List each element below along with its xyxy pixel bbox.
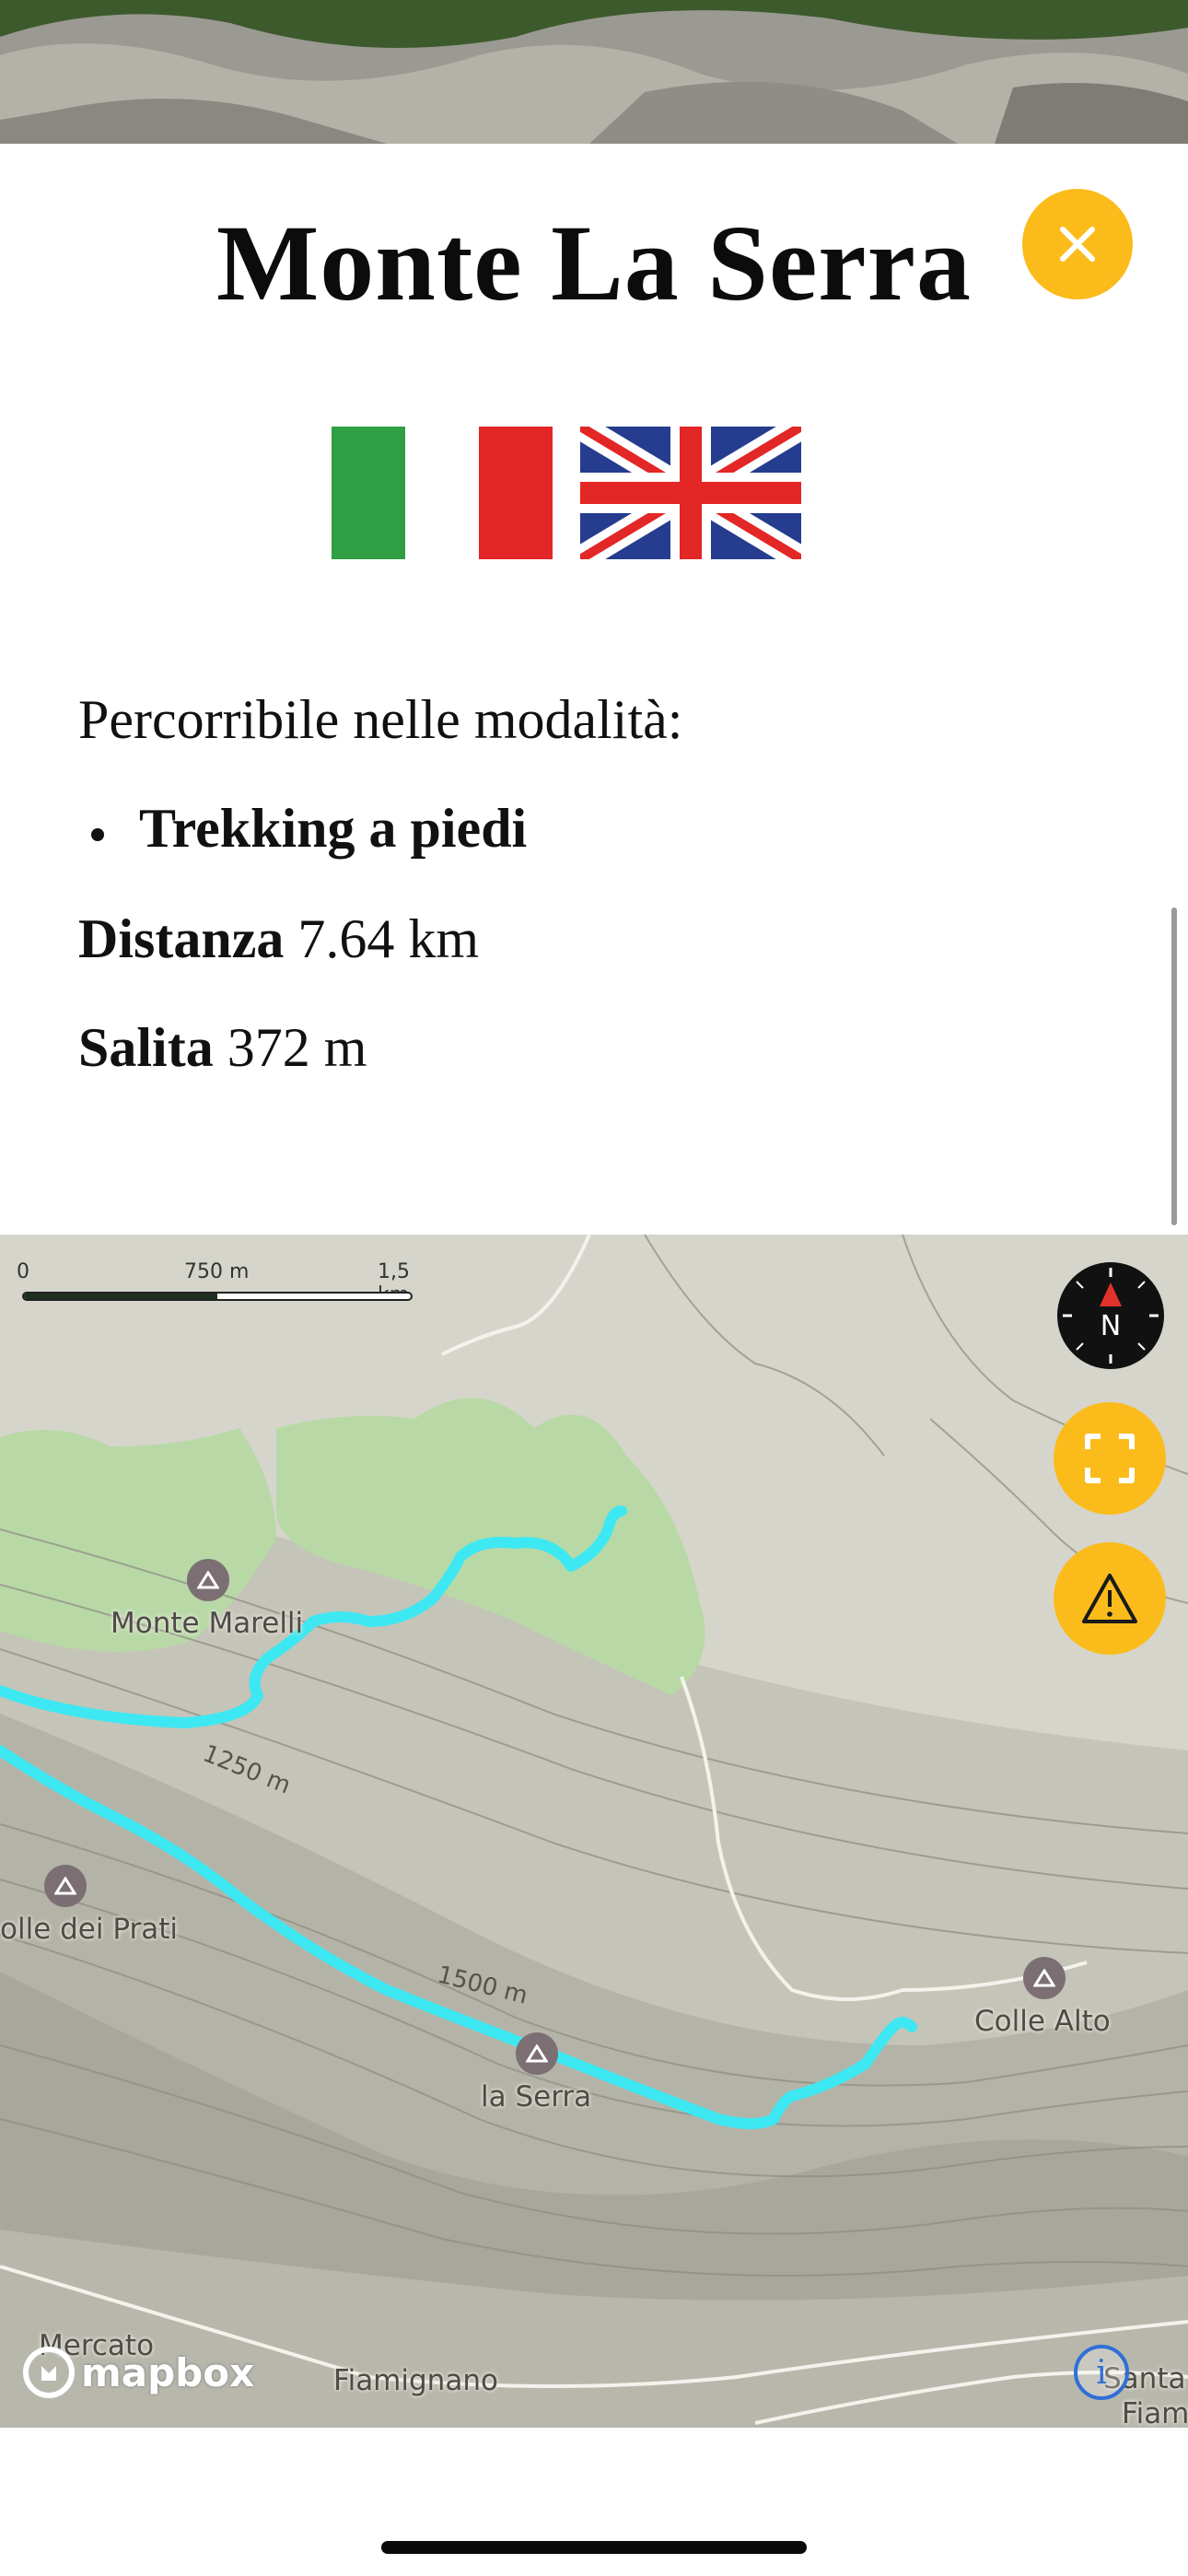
- place-monte-marelli: Monte Marelli: [111, 1607, 304, 1640]
- peak-icon: [516, 2032, 558, 2075]
- ascent-label: Salita: [78, 1017, 214, 1078]
- close-button[interactable]: [1022, 189, 1133, 299]
- peak-icon: [44, 1865, 87, 1907]
- attribution-info-button[interactable]: i: [1074, 2345, 1129, 2400]
- fullscreen-icon: [1085, 1434, 1135, 1483]
- close-icon: [1060, 227, 1095, 262]
- mapbox-icon: [23, 2347, 75, 2398]
- compass-button[interactable]: N: [1057, 1262, 1164, 1369]
- mode-item: Trekking a piedi: [90, 795, 527, 861]
- peak-icon: [187, 1559, 229, 1601]
- italian-flag[interactable]: [332, 427, 553, 559]
- warning-icon: [1082, 1574, 1137, 1623]
- distance-row: Distanza 7.64 km: [78, 906, 479, 972]
- map-terrain: [0, 1235, 1188, 2428]
- place-la-serra: la Serra: [481, 2080, 592, 2113]
- map-scale: 0 750 m 1,5 km: [17, 1260, 422, 1306]
- scale-label-0: 0: [17, 1260, 29, 1283]
- scale-label-1: 750 m: [184, 1260, 250, 1283]
- report-issue-button[interactable]: [1054, 1542, 1166, 1655]
- hero-photo: [0, 0, 1188, 144]
- scale-bar: [22, 1292, 413, 1301]
- ascent-value: 372 m: [213, 1017, 367, 1078]
- place-fiamignano: Fiamignano: [333, 2364, 498, 2397]
- distance-value: 7.64 km: [284, 908, 480, 969]
- place-colle-dei-prati: olle dei Prati: [0, 1913, 178, 1946]
- uk-flag[interactable]: [580, 427, 801, 559]
- distance-label: Distanza: [78, 908, 285, 969]
- compass-letter: N: [1100, 1310, 1122, 1342]
- info-icon: i: [1096, 2353, 1107, 2392]
- ascent-row: Salita 372 m: [78, 1014, 367, 1081]
- place-colle-alto: Colle Alto: [974, 2005, 1111, 2038]
- modes-label: Percorribile nelle modalità:: [78, 689, 683, 750]
- page-title: Monte La Serra: [215, 203, 973, 323]
- mapbox-logo-text: mapbox: [81, 2349, 255, 2395]
- map-view[interactable]: 0 750 m 1,5 km Monte Marelli olle dei Pr…: [0, 1235, 1188, 2428]
- place-fiam: Fiam: [1122, 2397, 1188, 2428]
- home-indicator[interactable]: [381, 2541, 807, 2554]
- fullscreen-button[interactable]: [1054, 1402, 1166, 1515]
- peak-icon: [1023, 1957, 1066, 1999]
- mapbox-logo[interactable]: mapbox: [22, 2345, 254, 2400]
- scrollbar[interactable]: [1171, 907, 1177, 1225]
